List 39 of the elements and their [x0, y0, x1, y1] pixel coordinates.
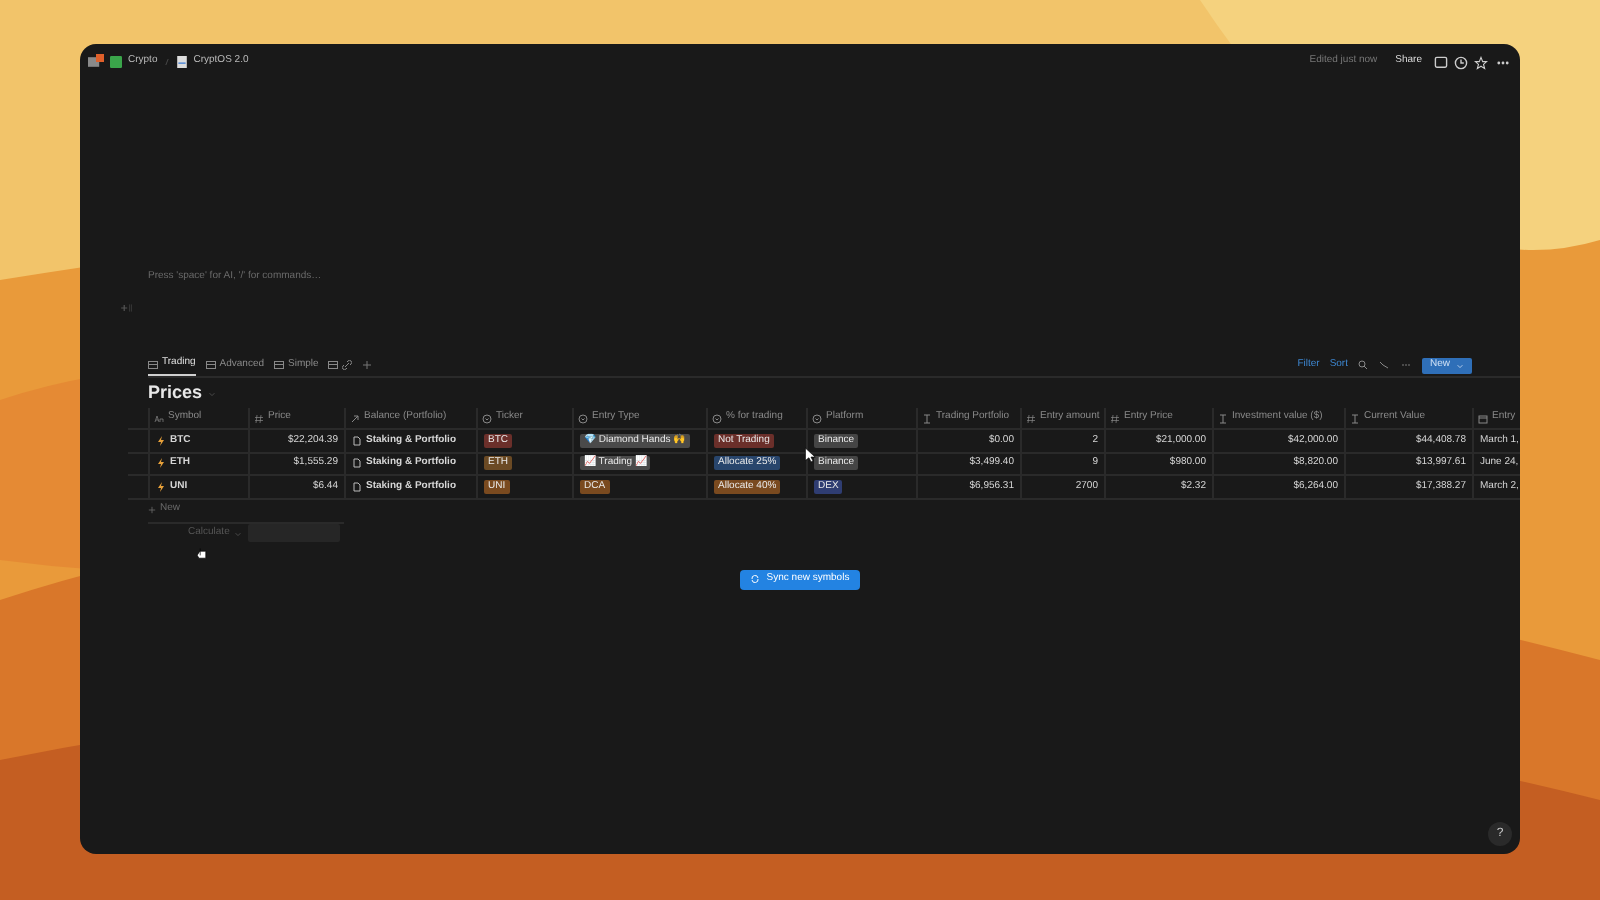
- search-icon[interactable]: [1357, 360, 1368, 370]
- page-icon: [175, 56, 188, 68]
- table-icon: [148, 359, 158, 369]
- caret-icon: [1456, 361, 1464, 369]
- arrow-icon: [350, 413, 360, 423]
- circle-icon: [578, 413, 588, 423]
- page-icon: [352, 435, 362, 446]
- rollup-icon: [1350, 413, 1360, 423]
- table-icon: [274, 360, 285, 370]
- page-icon: [352, 458, 362, 469]
- lightning-icon: [156, 458, 166, 469]
- mouse-pointer-icon: [804, 446, 818, 464]
- add-view-icon[interactable]: [362, 360, 373, 370]
- circle-icon: [812, 413, 822, 423]
- hash-icon: [254, 413, 264, 423]
- page-icon: [352, 481, 362, 492]
- workspace-icon: [110, 56, 122, 68]
- sync-icon: [750, 574, 761, 584]
- rollup-icon: [922, 413, 932, 423]
- sidebar-icon[interactable]: [88, 54, 104, 70]
- link-view-tab[interactable]: [328, 354, 353, 376]
- table-icon: [328, 360, 339, 370]
- clock-icon[interactable]: [1454, 55, 1468, 69]
- drag-handle-icon[interactable]: [120, 302, 132, 314]
- rollup-icon: [1218, 413, 1228, 423]
- circle-icon: [482, 413, 492, 423]
- lightning-icon: [156, 481, 166, 492]
- plus-icon: [148, 506, 156, 514]
- hash-icon: [1026, 413, 1036, 423]
- comment-icon[interactable]: [1434, 55, 1448, 69]
- lightning-icon: [156, 435, 166, 446]
- circle-icon: [712, 413, 722, 423]
- hash-icon: [1110, 413, 1120, 423]
- link-icon: [342, 360, 353, 370]
- database-title: Prices: [148, 379, 203, 406]
- calendar-icon: [1478, 413, 1488, 423]
- text-icon: [154, 413, 164, 423]
- star-icon[interactable]: [1474, 55, 1488, 69]
- table-icon: [205, 360, 216, 370]
